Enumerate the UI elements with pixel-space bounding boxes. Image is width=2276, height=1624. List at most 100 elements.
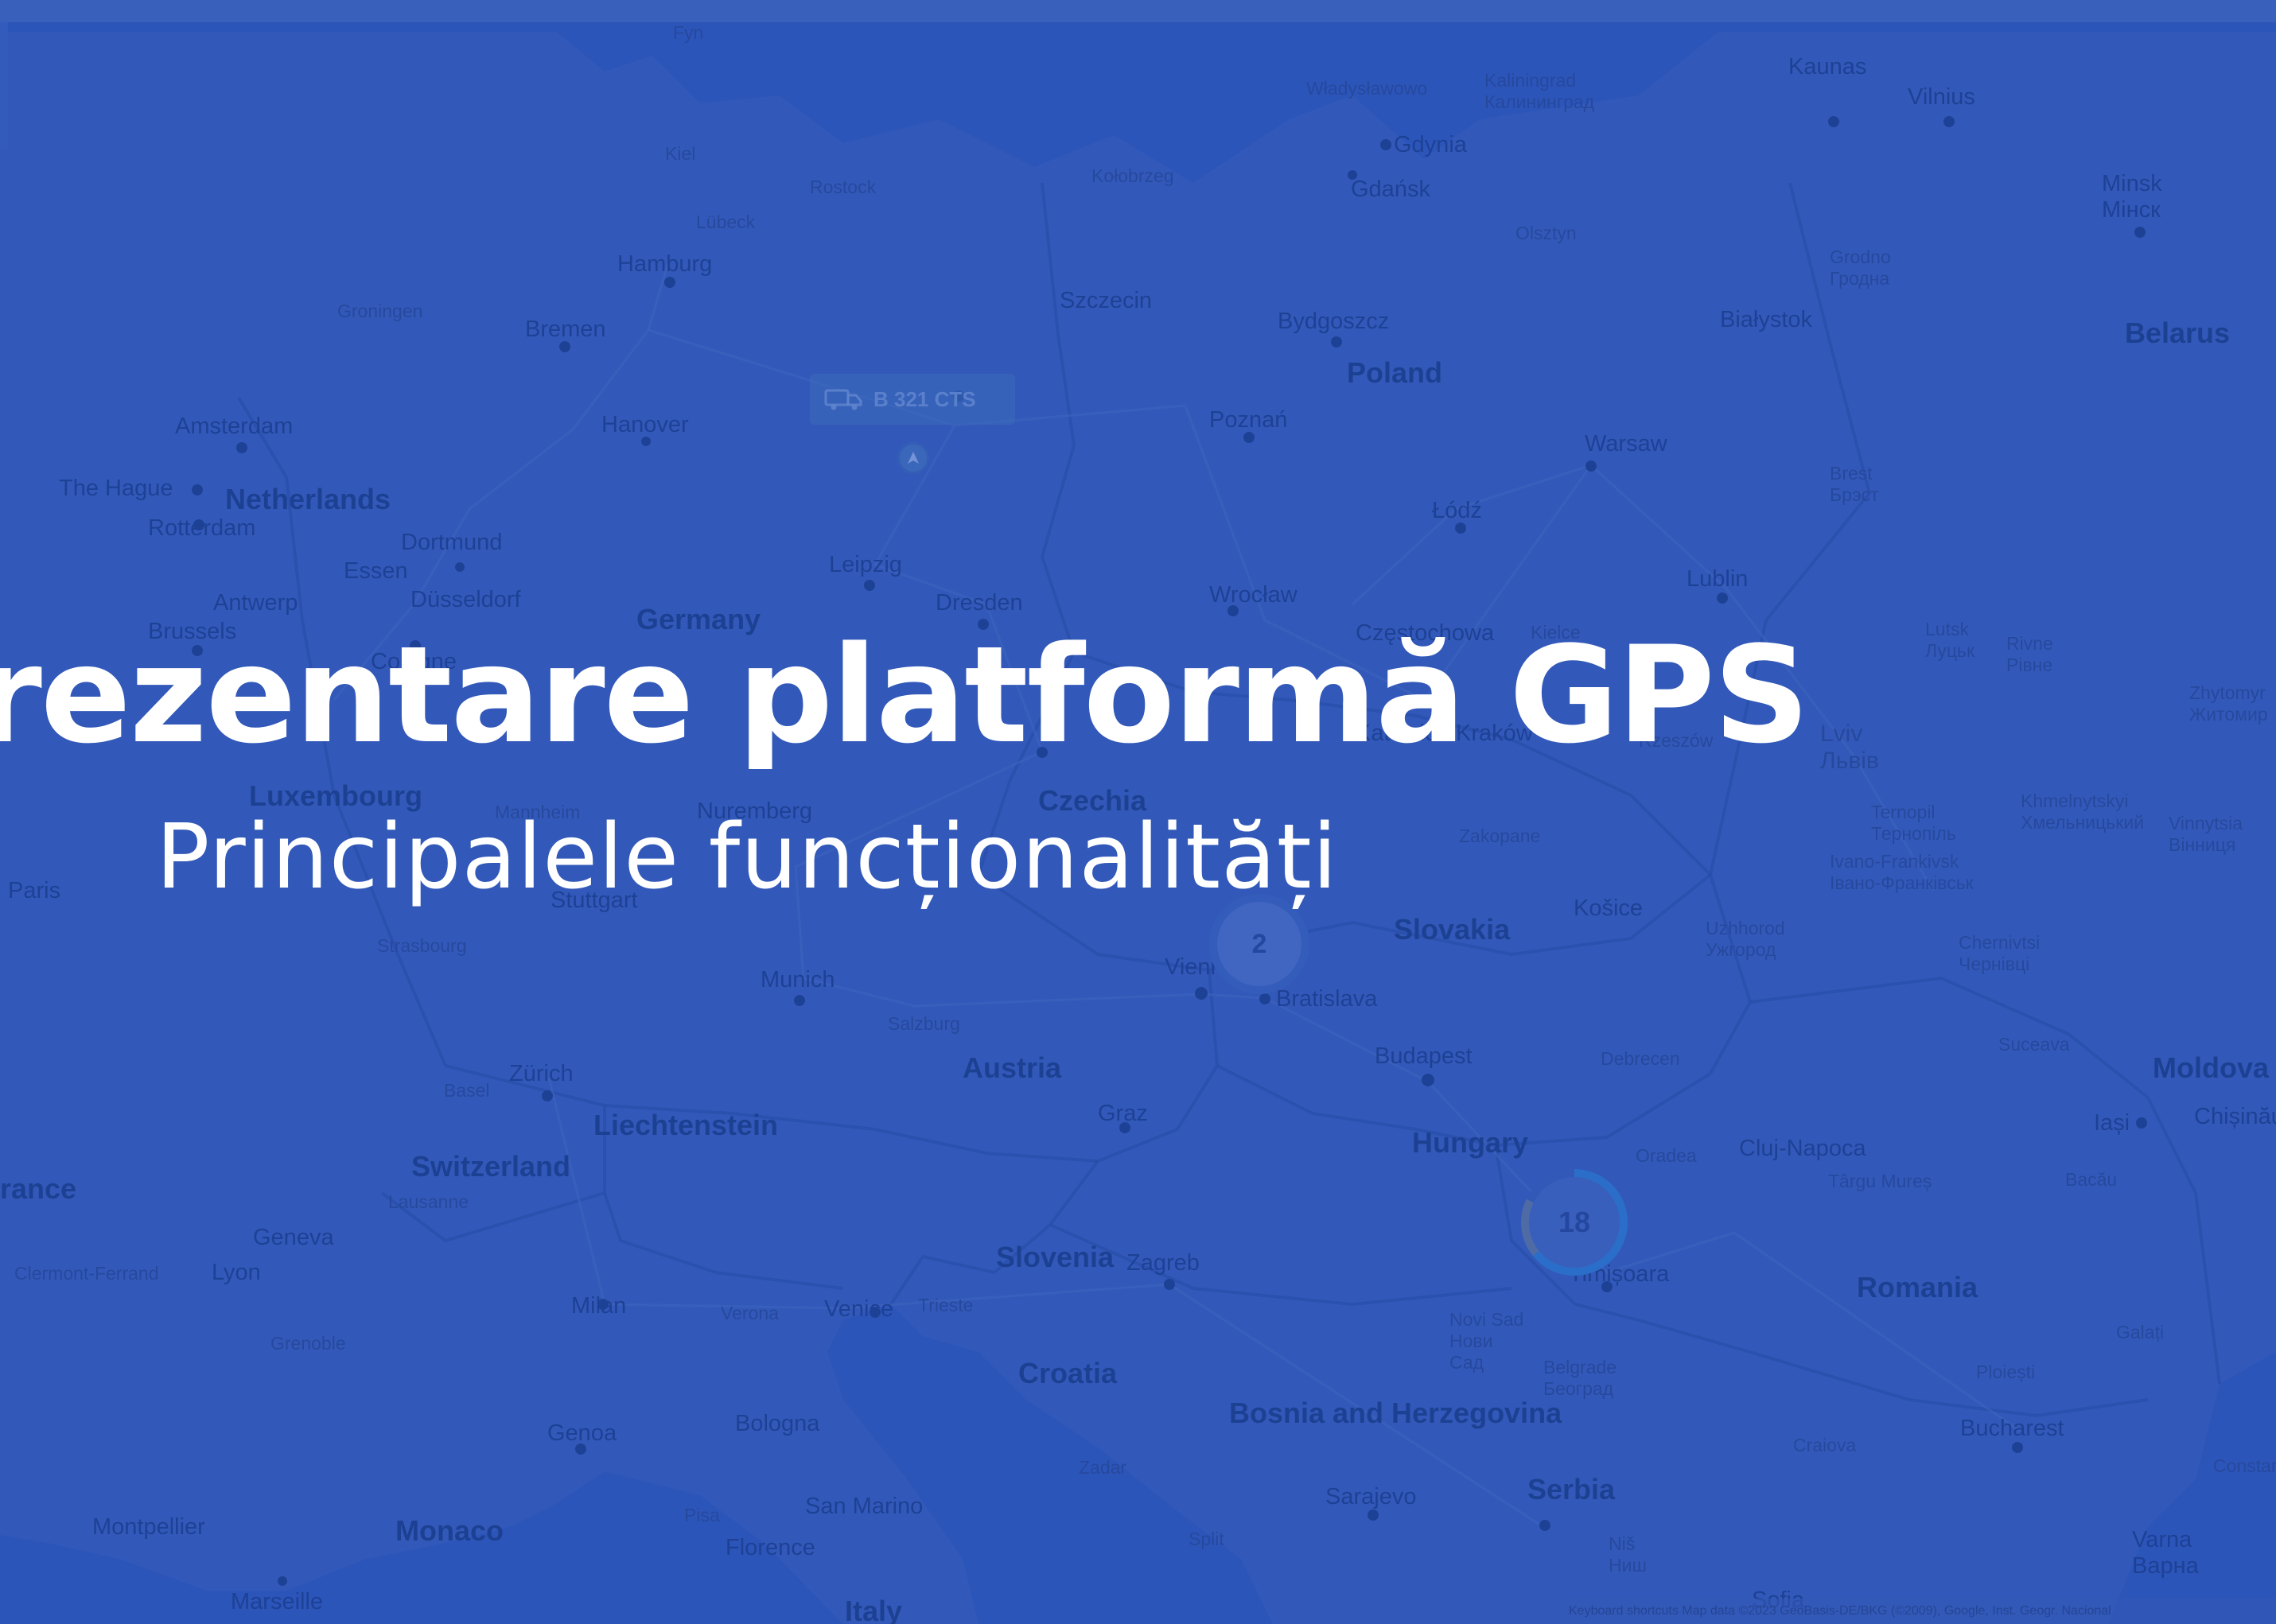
country-label: Switzerland [411, 1150, 571, 1183]
city-label: Sarajevo [1325, 1484, 1417, 1509]
city-label: Brest Брэст [1830, 463, 1879, 505]
city-label: Marseille [231, 1589, 324, 1614]
city-label: Bologna [735, 1411, 820, 1436]
city-label: Kaliningrad Калининград [1484, 70, 1595, 112]
city-label: Chernivtsi Чернівці [1959, 932, 2041, 974]
window-left-edge [0, 22, 8, 150]
city-label: Kiel [665, 143, 696, 164]
city-label: Trieste [918, 1295, 974, 1315]
marker-cluster[interactable]: 18 [1521, 1169, 1628, 1276]
map-slide: Poland Germany Czechia Slovakia Austria … [0, 0, 2276, 1624]
city-label: Belgrade Београд [1543, 1357, 1617, 1399]
city-label: Rivne Рівне [2006, 633, 2053, 675]
cluster-ring-icon [1521, 1169, 1628, 1276]
city-label: Lublin [1687, 566, 1749, 592]
city-label: Galați [2116, 1322, 2165, 1342]
city-label: Vilnius [1908, 84, 1975, 110]
city-label: Strasbourg [377, 935, 467, 956]
country-label: Serbia [1527, 1473, 1616, 1506]
vehicle-tag[interactable]: B 321 CTS [810, 374, 1015, 425]
city-label: Munich [761, 967, 835, 993]
city-label: Varna Варна [2132, 1527, 2199, 1579]
city-label: Grodno Гродна [1830, 247, 1891, 289]
city-label: Ploiești [1976, 1362, 2036, 1382]
city-label: Lyon [212, 1260, 261, 1285]
city-label: Gdynia [1394, 132, 1467, 157]
city-label: Genoa [547, 1420, 617, 1446]
city-label: Chișinău [2194, 1104, 2276, 1129]
city-label: Bucharest [1960, 1416, 2064, 1441]
city-label: Zürich [509, 1061, 574, 1086]
city-label: Lviv Львів [1820, 721, 1879, 774]
city-label: Geneva [253, 1225, 334, 1250]
city-label: Dresden [936, 590, 1023, 616]
city-label: Poznań [1209, 407, 1288, 433]
country-label: Netherlands [225, 483, 391, 515]
city-label: Bydgoszcz [1278, 309, 1390, 334]
navigation-arrow-icon [908, 452, 919, 464]
city-label: Władysławowo [1306, 78, 1428, 99]
city-label: Szczecin [1060, 288, 1153, 313]
city-label: Düsseldorf [410, 587, 521, 612]
city-label: Wrocław [1209, 582, 1298, 608]
window-top-bar [0, 0, 2276, 22]
cluster-count: 2 [1251, 928, 1267, 959]
city-label: Białystok [1720, 307, 1813, 332]
city-label: Florence [726, 1535, 815, 1560]
city-label: Antwerp [213, 590, 298, 616]
city-label: Paris [8, 878, 61, 903]
city-label: Košice [1574, 896, 1644, 921]
city-label: Kaunas [1788, 54, 1867, 80]
city-label: Khmelnytskyi Хмельницький [2021, 791, 2145, 833]
city-label: Bremen [525, 317, 606, 342]
map-attribution: Keyboard shortcuts Map data ©2023 GeoBas… [1559, 1599, 2276, 1624]
city-label: Clermont-Ferrand [14, 1263, 159, 1284]
city-label: Ivano-Frankivsk Івано-Франківськ [1830, 851, 1974, 893]
country-label: Hungary [1412, 1126, 1529, 1159]
city-label: Łódź [1432, 498, 1482, 523]
country-label: Belarus [2125, 317, 2231, 349]
country-label: Moldova [2153, 1051, 2270, 1084]
city-label: Lübeck [696, 212, 756, 232]
city-label: Lutsk Луцьк [1925, 619, 1975, 661]
country-label: Liechtenstein [593, 1109, 779, 1141]
country-label: Italy [845, 1595, 903, 1624]
city-label: Budapest [1375, 1043, 1473, 1069]
country-label: Romania [1857, 1271, 1978, 1303]
city-label: Olsztyn [1515, 223, 1577, 243]
city-label: Rostock [810, 177, 877, 197]
city-label: Fyn [673, 22, 704, 43]
city-label: The Hague [59, 476, 173, 501]
city-label: Suceava [1998, 1034, 2070, 1055]
city-label: Zhytomyr Житомир [2189, 682, 2268, 725]
city-label: Essen [344, 558, 408, 584]
city-label: Leipzig [829, 552, 902, 577]
city-label: Zakopane [1459, 826, 1541, 846]
city-label: Zagreb [1126, 1250, 1200, 1276]
city-label: Târgu Mureș [1828, 1171, 1932, 1191]
city-label: Lausanne [388, 1191, 469, 1212]
city-label: Warsaw [1585, 431, 1667, 457]
city-label: Salzburg [888, 1013, 960, 1034]
country-label: Poland [1347, 356, 1443, 389]
city-label: Amsterdam [175, 414, 294, 439]
city-label: Bacău [2065, 1169, 2118, 1190]
city-label: Uzhhorod Ужгород [1706, 918, 1785, 960]
city-label: Niš Ниш [1609, 1533, 1647, 1575]
city-label: Dortmund [401, 530, 503, 555]
city-label: Milan [571, 1293, 627, 1319]
city-label: Novi Sad Нови Сад [1449, 1309, 1524, 1373]
city-label: Rotterdam [148, 515, 256, 541]
city-label: Verona [721, 1303, 779, 1323]
city-label: Pisa [684, 1505, 720, 1525]
slide-subtitle: Principalele funcționalități [156, 806, 1338, 909]
city-label: Debrecen [1601, 1048, 1680, 1069]
country-label: rance [0, 1172, 77, 1205]
vehicle-location-marker[interactable] [897, 442, 929, 474]
city-label: Montpellier [92, 1514, 205, 1540]
city-label: Bratislava [1276, 986, 1378, 1012]
country-label: Slovakia [1394, 913, 1511, 946]
country-label: Austria [963, 1051, 1062, 1084]
city-label: Venice [824, 1296, 894, 1322]
city-label: Zadar [1079, 1457, 1127, 1478]
